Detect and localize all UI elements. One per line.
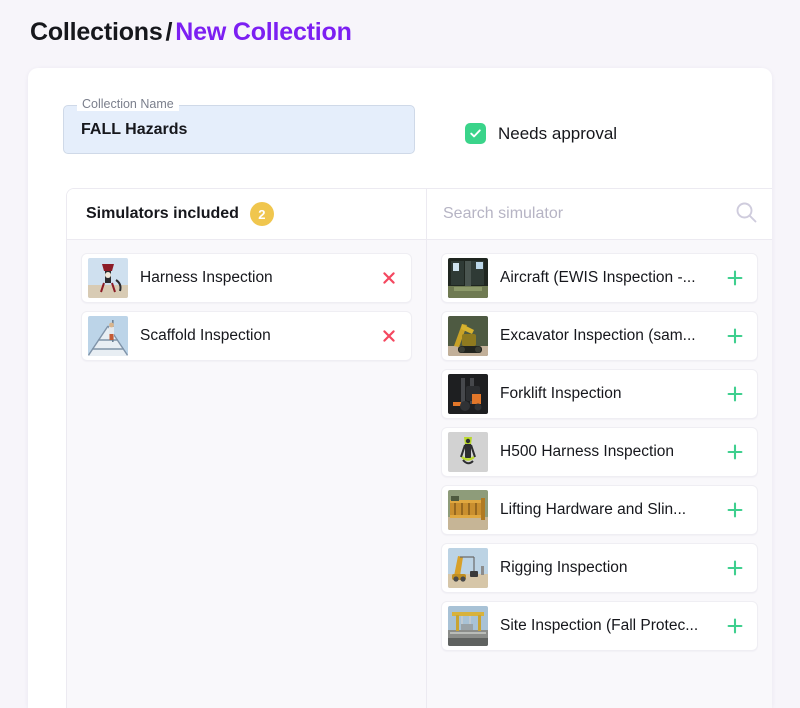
simulator-name: Forklift Inspection [500, 385, 622, 402]
breadcrumb-root[interactable]: Collections [30, 18, 163, 46]
scaffold-thumb [88, 316, 128, 356]
h500-thumb [448, 432, 488, 472]
aircraft-thumb [448, 258, 488, 298]
needs-approval-toggle[interactable]: Needs approval [465, 123, 617, 144]
simulator-name: Lifting Hardware and Slin... [500, 501, 687, 518]
simulator-name: Scaffold Inspection [140, 327, 271, 344]
collection-name-label: Collection Name [77, 97, 179, 111]
plus-icon [727, 386, 743, 402]
simulator-name: Aircraft (EWIS Inspection -... [500, 269, 696, 286]
site-thumb [448, 606, 488, 646]
add-simulator-button[interactable] [724, 383, 746, 405]
available-simulators-panel: Search simulator Aircraft (EWIS Inspecti… [427, 189, 772, 708]
check-icon [470, 129, 481, 138]
collection-form-row: Collection Name FALL Hazards Needs appro… [28, 68, 772, 168]
breadcrumb: Collections / New Collection [0, 0, 800, 47]
plus-icon [727, 560, 743, 576]
add-simulator-button[interactable] [724, 499, 746, 521]
add-simulator-button[interactable] [724, 557, 746, 579]
included-simulators-list[interactable]: Harness Inspection Scaffold Inspection [67, 240, 426, 708]
included-panel-header: Simulators included 2 [67, 189, 426, 240]
included-simulators-panel: Simulators included 2 Harness Inspection… [67, 189, 427, 708]
breadcrumb-separator: / [165, 18, 173, 46]
simulator-name: Harness Inspection [140, 269, 273, 286]
close-icon [383, 330, 395, 342]
list-item[interactable]: Rigging Inspection [441, 543, 758, 593]
plus-icon [727, 502, 743, 518]
forklift-thumb [448, 374, 488, 414]
lifting-thumb [448, 490, 488, 530]
plus-icon [727, 328, 743, 344]
add-simulator-button[interactable] [724, 615, 746, 637]
search-input[interactable]: Search simulator [443, 205, 563, 223]
close-icon [383, 272, 395, 284]
list-item[interactable]: H500 Harness Inspection [441, 427, 758, 477]
list-item[interactable]: Aircraft (EWIS Inspection -... [441, 253, 758, 303]
breadcrumb-current: New Collection [175, 18, 352, 46]
included-count-badge: 2 [249, 202, 274, 226]
rigging-thumb [448, 548, 488, 588]
harness-thumb [88, 258, 128, 298]
list-item[interactable]: Scaffold Inspection [81, 311, 412, 361]
plus-icon [727, 618, 743, 634]
list-item[interactable]: Lifting Hardware and Slin... [441, 485, 758, 535]
collection-editor-card: Collection Name FALL Hazards Needs appro… [28, 68, 772, 708]
included-panel-title: Simulators included [86, 205, 239, 222]
needs-approval-checkbox[interactable] [465, 123, 486, 144]
search-simulator-bar[interactable]: Search simulator [427, 189, 772, 240]
list-item[interactable]: Site Inspection (Fall Protec... [441, 601, 758, 651]
add-simulator-button[interactable] [724, 441, 746, 463]
simulator-name: Excavator Inspection (sam... [500, 327, 696, 344]
plus-icon [727, 444, 743, 460]
collection-name-field[interactable]: Collection Name FALL Hazards [63, 97, 415, 154]
add-simulator-button[interactable] [724, 267, 746, 289]
collection-name-input[interactable]: FALL Hazards [81, 119, 187, 141]
available-simulators-list[interactable]: Aircraft (EWIS Inspection -... Excavator… [427, 240, 772, 708]
simulator-name: Rigging Inspection [500, 559, 628, 576]
plus-icon [727, 270, 743, 286]
add-simulator-button[interactable] [724, 325, 746, 347]
simulator-name: Site Inspection (Fall Protec... [500, 617, 699, 634]
search-icon[interactable] [734, 200, 758, 229]
simulator-name: H500 Harness Inspection [500, 443, 675, 460]
simulator-panels: Simulators included 2 Harness Inspection… [66, 188, 772, 708]
list-item[interactable]: Harness Inspection [81, 253, 412, 303]
list-item[interactable]: Forklift Inspection [441, 369, 758, 419]
excavator-thumb [448, 316, 488, 356]
remove-simulator-button[interactable] [378, 325, 400, 347]
remove-simulator-button[interactable] [378, 267, 400, 289]
needs-approval-label: Needs approval [498, 123, 618, 143]
list-item[interactable]: Excavator Inspection (sam... [441, 311, 758, 361]
